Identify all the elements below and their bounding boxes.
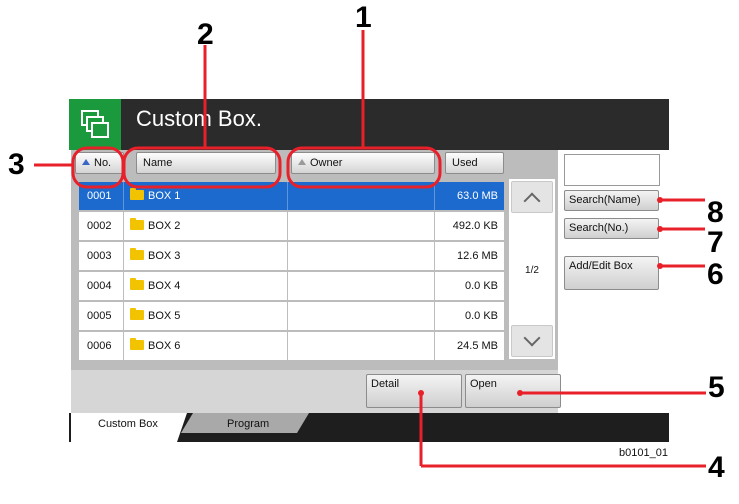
highlight-no-column — [71, 146, 125, 189]
annotation-overlay — [34, 30, 706, 468]
highlight-owner-column — [286, 146, 442, 189]
highlight-name-column — [122, 146, 282, 189]
